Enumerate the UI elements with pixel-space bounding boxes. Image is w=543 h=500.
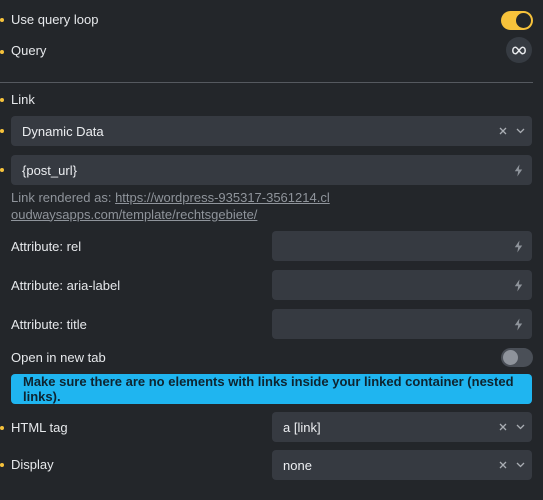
clear-icon[interactable]	[499, 412, 507, 442]
html-tag-select[interactable]: a [link]	[272, 412, 532, 442]
query-loop-label: Use query loop	[11, 12, 99, 27]
link-url-input[interactable]: {post_url}	[11, 155, 532, 185]
changed-indicator-dot	[0, 98, 4, 102]
dynamic-data-bolt-icon[interactable]	[514, 155, 523, 185]
new-tab-label: Open in new tab	[11, 350, 106, 365]
attribute-title-label: Attribute: title	[11, 317, 87, 332]
html-tag-label: HTML tag	[11, 420, 68, 435]
dynamic-data-bolt-icon[interactable]	[514, 231, 523, 261]
dynamic-data-bolt-icon[interactable]	[514, 309, 523, 339]
clear-icon[interactable]	[499, 116, 507, 146]
changed-indicator-dot	[0, 426, 4, 430]
changed-indicator-dot	[0, 129, 4, 133]
chevron-down-icon[interactable]	[516, 412, 525, 442]
new-tab-toggle[interactable]	[501, 348, 533, 367]
query-label: Query	[11, 43, 47, 58]
query-settings-button[interactable]	[506, 37, 532, 63]
link-label: Link	[11, 92, 35, 107]
infinity-icon	[512, 45, 526, 55]
query-loop-toggle[interactable]	[501, 11, 533, 30]
attribute-title-input[interactable]	[272, 309, 532, 339]
clear-icon[interactable]	[499, 450, 507, 480]
changed-indicator-dot	[0, 463, 4, 467]
toggle-knob	[516, 13, 531, 28]
display-select[interactable]: none	[272, 450, 532, 480]
attribute-rel-input[interactable]	[272, 231, 532, 261]
changed-indicator-dot	[0, 168, 4, 172]
html-tag-value: a [link]	[283, 419, 321, 435]
attribute-aria-label-input[interactable]	[272, 270, 532, 300]
chevron-down-icon[interactable]	[516, 116, 525, 146]
chevron-down-icon[interactable]	[516, 450, 525, 480]
link-rendered-hint: Link rendered as: https://wordpress-9353…	[11, 190, 331, 223]
link-type-select[interactable]: Dynamic Data	[11, 116, 532, 146]
nested-links-notice: Make sure there are no elements with lin…	[11, 374, 532, 404]
display-label: Display	[11, 457, 54, 472]
link-url-value: {post_url}	[22, 162, 77, 178]
dynamic-data-bolt-icon[interactable]	[514, 270, 523, 300]
attribute-aria-label-label: Attribute: aria-label	[11, 278, 121, 293]
toggle-knob	[503, 350, 518, 365]
link-type-value: Dynamic Data	[22, 123, 104, 139]
changed-indicator-dot	[0, 50, 4, 54]
display-value: none	[283, 457, 312, 473]
link-rendered-prefix: Link rendered as:	[11, 190, 112, 205]
section-divider	[0, 82, 533, 83]
attribute-rel-label: Attribute: rel	[11, 239, 82, 254]
changed-indicator-dot	[0, 18, 4, 22]
